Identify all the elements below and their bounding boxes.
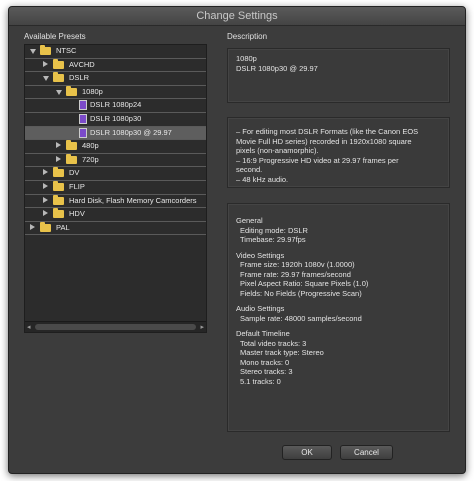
folder-icon: [66, 85, 77, 96]
description-label: Description: [227, 32, 268, 41]
preset-icon: [79, 100, 87, 111]
preset-item[interactable]: DSLR 1080p24: [25, 99, 206, 113]
collapsed-triangle-icon[interactable]: [43, 60, 48, 67]
description-line: Movie Full HD series) recorded in 1920x1…: [236, 136, 412, 146]
cancel-button[interactable]: Cancel: [340, 445, 393, 460]
details-line: Frame rate: 29.97 frames/second: [240, 269, 351, 279]
tree-item-label: NTSC: [56, 46, 77, 55]
tree-item-label: DSLR: [69, 73, 90, 83]
collapsed-triangle-icon[interactable]: [43, 169, 48, 176]
collapsed-triangle-icon[interactable]: [43, 182, 48, 189]
horizontal-scrollbar[interactable]: ◂ ▸: [25, 321, 206, 332]
collapsed-triangle-icon[interactable]: [56, 155, 61, 162]
expanded-triangle-icon[interactable]: [30, 49, 36, 54]
preset-folder[interactable]: PAL: [25, 221, 206, 236]
summary-line: DSLR 1080p30 @ 29.97: [236, 63, 318, 73]
tree-item-label: 1080p: [82, 86, 103, 96]
dialog-title: Change Settings: [9, 7, 465, 26]
collapsed-triangle-icon[interactable]: [43, 210, 48, 217]
summary-line: 1080p: [236, 54, 257, 63]
tree-item-label: DSLR 1080p30 @ 29.97: [90, 127, 172, 137]
preset-item[interactable]: DSLR 1080p30 @ 29.97: [25, 126, 206, 141]
preset-folder[interactable]: DV: [25, 167, 206, 181]
collapsed-triangle-icon[interactable]: [30, 223, 35, 230]
details-line: Total video tracks: 3: [240, 338, 307, 348]
scroll-left-icon[interactable]: ◂: [27, 324, 31, 331]
preset-folder[interactable]: 720p: [25, 153, 206, 168]
details-heading: Default Timeline: [236, 329, 290, 338]
folder-icon: [53, 58, 64, 69]
details-heading: Audio Settings: [236, 304, 285, 313]
presets-tree: NTSC AVCHD DSLR 1080p DSLR 1080p24 DSLR 1080p…: [24, 44, 207, 333]
expanded-triangle-icon[interactable]: [43, 76, 49, 82]
preset-folder[interactable]: HDV: [25, 208, 206, 222]
details-line: Pixel Aspect Ratio: Square Pixels (1.0): [240, 279, 369, 288]
tree-item-label: 720p: [82, 154, 99, 164]
details-line: Editing mode: DSLR: [240, 225, 308, 235]
details-line: Timebase: 29.97fps: [240, 235, 306, 244]
tree-item-label: Hard Disk, Flash Memory Camcorders: [69, 195, 197, 205]
preset-folder[interactable]: DSLR: [25, 72, 206, 86]
description-line: – 16:9 Progressive HD video at 29.97 fra…: [236, 155, 399, 165]
preset-folder[interactable]: NTSC: [25, 45, 206, 59]
folder-icon: [53, 194, 64, 205]
change-settings-dialog: Change Settings Available Presets Descri…: [8, 6, 466, 474]
available-presets-label: Available Presets: [24, 32, 86, 41]
preset-folder[interactable]: AVCHD: [25, 58, 206, 73]
folder-icon: [66, 153, 77, 164]
collapsed-triangle-icon[interactable]: [56, 142, 61, 149]
description-line: second.: [236, 165, 263, 174]
scroll-right-icon[interactable]: ▸: [200, 324, 204, 331]
folder-icon: [40, 45, 51, 55]
preset-folder[interactable]: 480p: [25, 140, 206, 154]
collapsed-triangle-icon[interactable]: [43, 196, 48, 203]
tree-item-label: HDV: [69, 209, 85, 219]
preset-icon: [79, 113, 87, 124]
presets-tree-rows: NTSC AVCHD DSLR 1080p DSLR 1080p24 DSLR 1080p…: [25, 45, 206, 321]
scroll-thumb[interactable]: [35, 324, 196, 330]
folder-icon: [66, 140, 77, 151]
details-line: Frame size: 1920h 1080v (1.0000): [240, 260, 355, 269]
preset-description: – For editing most DSLR Formats (like th…: [227, 117, 450, 188]
folder-icon: [53, 72, 64, 83]
preset-item[interactable]: DSLR 1080p30: [25, 113, 206, 127]
folder-icon: [53, 167, 64, 178]
details-line: Master track type: Stereo: [240, 348, 324, 357]
preset-details: General Editing mode: DSLR Timebase: 29.97…: [227, 203, 450, 432]
tree-item-label: PAL: [56, 222, 70, 232]
details-line: Sample rate: 48000 samples/second: [240, 313, 362, 323]
preset-summary: 1080p DSLR 1080p30 @ 29.97: [227, 48, 450, 103]
expanded-triangle-icon[interactable]: [56, 89, 62, 95]
preset-folder[interactable]: Hard Disk, Flash Memory Camcorders: [25, 194, 206, 209]
ok-button[interactable]: OK: [282, 445, 332, 460]
details-heading: Video Settings: [236, 250, 285, 260]
tree-item-label: AVCHD: [69, 59, 95, 69]
tree-item-label: 480p: [82, 141, 99, 151]
folder-icon: [53, 180, 64, 191]
details-line: Fields: No Fields (Progressive Scan): [240, 288, 362, 298]
details-line: 5.1 tracks: 0: [240, 376, 281, 386]
details-line: Mono tracks: 0: [240, 357, 290, 367]
preset-icon: [79, 127, 87, 138]
tree-item-label: DSLR 1080p30: [90, 113, 142, 123]
details-line: Stereo tracks: 3: [240, 367, 293, 376]
description-line: pixels (non-anamorphic).: [236, 146, 319, 155]
description-line: – 48 kHz audio.: [236, 174, 289, 184]
preset-folder[interactable]: FLIP: [25, 180, 206, 195]
details-heading: General: [236, 216, 263, 225]
folder-icon: [40, 221, 51, 232]
tree-item-label: DV: [69, 168, 80, 178]
tree-item-label: DSLR 1080p24: [90, 100, 142, 110]
folder-icon: [53, 208, 64, 219]
description-line: – For editing most DSLR Formats (like th…: [236, 127, 419, 136]
preset-folder[interactable]: 1080p: [25, 85, 206, 100]
tree-item-label: FLIP: [69, 181, 85, 191]
